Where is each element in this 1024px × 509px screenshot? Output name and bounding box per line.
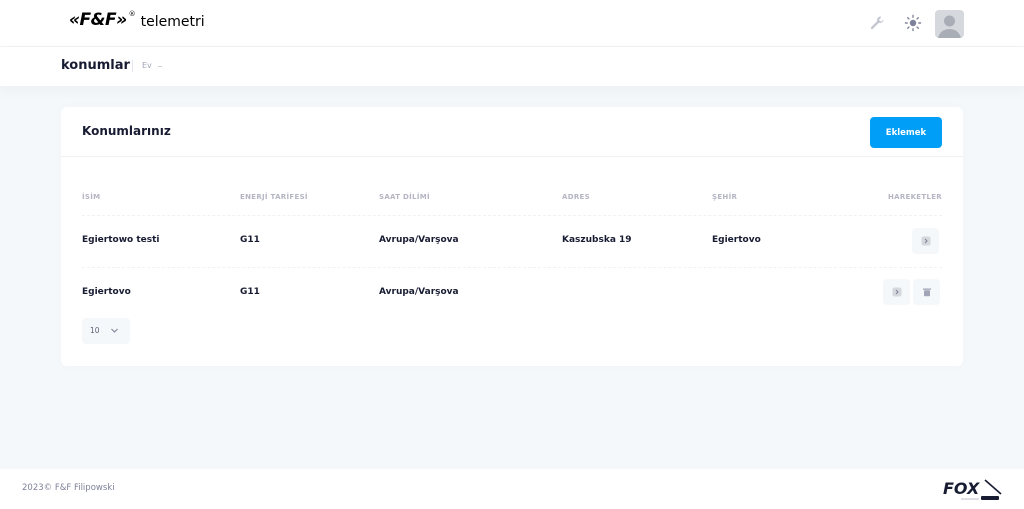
wrench-icon[interactable] xyxy=(868,14,886,32)
cell-timezone: Avrupa/Varşova xyxy=(379,287,459,297)
cell-address: Kaszubska 19 xyxy=(562,235,632,245)
app-name: telemetri xyxy=(140,14,205,30)
avatar-icon xyxy=(938,15,961,38)
page-size-value: 10 xyxy=(90,326,100,335)
breadcrumb-home[interactable]: Ev xyxy=(142,61,152,70)
arrow-right-icon xyxy=(892,287,901,297)
table-divider xyxy=(82,267,942,268)
column-header-address[interactable]: ADRES xyxy=(562,193,590,201)
footer: 2023© F&F Filipowski FOX xyxy=(0,469,1024,509)
ff-logo: «F&F» xyxy=(69,10,127,30)
avatar[interactable] xyxy=(935,10,964,38)
column-header-actions: HAREKETLER xyxy=(887,193,942,201)
copyright-text: 2023© F&F Filipowski xyxy=(22,483,115,493)
registered-mark: ® xyxy=(128,10,136,18)
sun-icon[interactable] xyxy=(904,14,922,32)
column-header-tariff[interactable]: ENERJİ TARİFESİ xyxy=(240,193,308,201)
arrow-right-icon xyxy=(921,236,930,246)
top-header: «F&F» ® telemetri xyxy=(0,0,1024,47)
cell-city: Egiertovo xyxy=(712,235,761,245)
brand[interactable]: «F&F» ® telemetri xyxy=(69,10,205,30)
table-divider xyxy=(82,215,942,216)
cell-timezone: Avrupa/Varşova xyxy=(379,235,459,245)
column-header-timezone[interactable]: SAAT DİLİMİ xyxy=(379,193,430,201)
locations-card: Konumlarınız Eklemek İSİM ENERJİ TARİFES… xyxy=(61,107,963,366)
chevron-down-icon xyxy=(111,328,118,333)
page-toolbar: konumlar Ev xyxy=(0,47,1024,86)
breadcrumb-separator xyxy=(132,60,133,72)
fox-logo-text: FOX xyxy=(943,479,980,498)
open-location-button[interactable] xyxy=(912,228,939,254)
card-header: Konumlarınız Eklemek xyxy=(61,107,963,157)
fox-logo: FOX xyxy=(943,479,1002,500)
trash-icon xyxy=(922,288,931,297)
open-location-button[interactable] xyxy=(883,279,910,305)
column-header-city[interactable]: ŞEHİR xyxy=(712,193,737,201)
column-header-name[interactable]: İSİM xyxy=(82,193,100,201)
cell-tariff: G11 xyxy=(240,287,260,297)
cell-name: Egiertovo xyxy=(82,287,131,297)
breadcrumb-dash xyxy=(158,66,162,67)
add-location-button[interactable]: Eklemek xyxy=(870,117,942,148)
page-title: konumlar xyxy=(61,58,130,73)
cell-tariff: G11 xyxy=(240,235,260,245)
page-size-select[interactable]: 10 xyxy=(82,318,130,344)
delete-location-button[interactable] xyxy=(913,279,940,305)
card-title: Konumlarınız xyxy=(82,124,171,138)
cell-name: Egiertowo testi xyxy=(82,235,160,245)
